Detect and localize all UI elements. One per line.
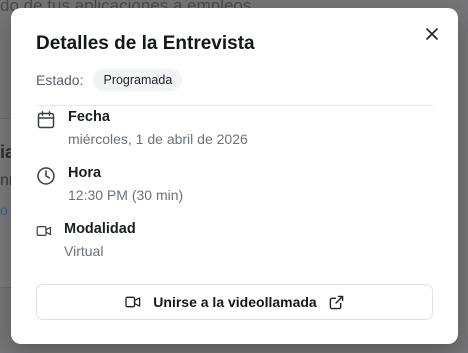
video-icon: [36, 226, 51, 236]
detail-value: 12:30 PM (30 min): [68, 187, 184, 203]
join-button-label: Unirse a la videollamada: [153, 294, 317, 310]
detail-label: Fecha: [68, 109, 110, 125]
clock-icon: [37, 167, 55, 185]
interview-details-dialog: Detalles de la Entrevista Estado: Progra…: [11, 8, 458, 344]
dialog-title: Detalles de la Entrevista: [36, 33, 255, 54]
status-row: Estado: Programada: [36, 68, 183, 92]
detail-modality: Modalidad Virtual: [36, 220, 136, 260]
detail-value: miércoles, 1 de abril de 2026: [68, 131, 248, 147]
detail-label: Modalidad: [64, 221, 136, 237]
detail-date: Fecha miércoles, 1 de abril de 2026: [36, 108, 248, 148]
detail-time: Hora 12:30 PM (30 min): [36, 164, 183, 204]
calendar-icon: [37, 111, 55, 129]
video-icon: [125, 296, 141, 308]
detail-value: Virtual: [64, 243, 104, 259]
status-label: Estado:: [36, 72, 84, 88]
close-icon: [426, 28, 438, 40]
join-video-call-button[interactable]: Unirse a la videollamada: [36, 284, 433, 320]
status-badge: Programada: [93, 69, 183, 91]
background-link-fragment: o: [0, 202, 8, 218]
close-button[interactable]: [422, 24, 442, 44]
external-link-icon: [329, 295, 343, 309]
divider: [36, 105, 433, 106]
detail-label: Hora: [68, 165, 102, 181]
